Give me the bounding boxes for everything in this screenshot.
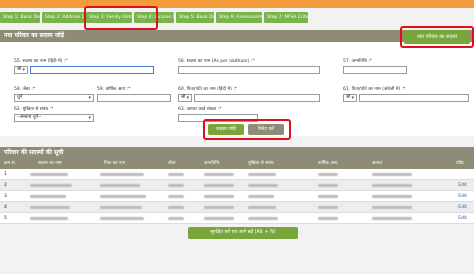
redacted-cell bbox=[318, 173, 338, 176]
father-name-hindi-label: 60. पिता/पति का नाम (हिंदी में) :* bbox=[178, 87, 238, 92]
col-gender: जेंडर bbox=[168, 161, 176, 166]
redacted-cell bbox=[100, 206, 142, 209]
redacted-cell bbox=[372, 184, 412, 187]
redacted-cell bbox=[100, 217, 144, 220]
redacted-cell bbox=[168, 195, 184, 198]
redacted-cell bbox=[248, 195, 274, 198]
redacted-cell bbox=[248, 206, 276, 209]
table-row: 1 bbox=[0, 169, 474, 180]
highlight-family-tab bbox=[84, 6, 158, 30]
redacted-cell bbox=[372, 195, 412, 198]
relation-select[interactable]: --सम्बन्ध चुनें-- bbox=[14, 114, 94, 122]
save-and-next-button[interactable]: सुरक्षित करें एवं आगे बढ़ें (Alt + N) bbox=[188, 227, 298, 239]
table-row: 5 Edit bbox=[0, 213, 474, 224]
redacted-cell bbox=[168, 184, 184, 187]
redacted-cell bbox=[100, 173, 144, 176]
col-dob: जन्मतिथि bbox=[204, 161, 220, 166]
father-name-english-input[interactable] bbox=[359, 94, 469, 102]
row-serial: 5 bbox=[4, 216, 7, 221]
member-list-title: परिवार की सदस्यों की सूची bbox=[4, 149, 64, 156]
edit-link[interactable]: Edit bbox=[458, 191, 467, 202]
member-name-hindi-label: 55. सदस्य का नाम (हिंदी में) :* bbox=[14, 59, 68, 64]
relation-label: 62. मुखिया से संबंध :* bbox=[14, 107, 54, 112]
father-title-english-select[interactable]: श्री bbox=[343, 94, 357, 102]
tab-basic-details[interactable]: Step 1: Basic Details bbox=[0, 12, 40, 23]
gender-select[interactable]: चुनें bbox=[14, 94, 94, 102]
redacted-cell bbox=[168, 217, 184, 220]
redacted-cell bbox=[248, 173, 276, 176]
member-name-aadhaar-label: 56. सदस्य का नाम (As per aadhaar) :* bbox=[178, 59, 255, 64]
row-serial: 4 bbox=[4, 205, 7, 210]
redacted-cell bbox=[372, 217, 412, 220]
row-serial: 3 bbox=[4, 194, 7, 199]
tab-bank-details[interactable]: Step 5: Bank Details bbox=[176, 12, 214, 23]
redacted-cell bbox=[100, 195, 146, 198]
aadhaar-label: 63. आधार कार्ड संख्या :* bbox=[178, 107, 222, 112]
member-name-hindi-input[interactable] bbox=[30, 66, 154, 74]
redacted-cell bbox=[100, 184, 140, 187]
redacted-cell bbox=[168, 173, 184, 176]
top-accent-bar bbox=[0, 0, 474, 8]
redacted-cell bbox=[30, 217, 68, 220]
father-title-select[interactable]: श्री bbox=[178, 94, 192, 102]
annual-income-label: 59. वार्षिक आय :* bbox=[97, 87, 131, 92]
table-row: 3 Edit bbox=[0, 191, 474, 202]
edit-link[interactable]: Edit bbox=[458, 180, 467, 191]
redacted-cell bbox=[318, 206, 338, 209]
father-name-english-label: 61. पिता/पति का नाम (अंग्रेजी में) :* bbox=[343, 87, 406, 92]
row-serial: 1 bbox=[4, 172, 7, 177]
form-title: नया परिवार का सदस्य जोड़ें bbox=[4, 32, 64, 39]
redacted-cell bbox=[372, 173, 412, 176]
redacted-cell bbox=[372, 206, 412, 209]
table-row: 2 Edit bbox=[0, 180, 474, 191]
member-list-header: परिवार की सदस्यों की सूची bbox=[0, 147, 474, 159]
redacted-cell bbox=[30, 195, 66, 198]
tab-address-details[interactable]: Step 2: Address Details bbox=[42, 12, 84, 23]
col-relation: मुखिया से संबंध bbox=[248, 161, 274, 166]
dob-label: 57. जन्मतिथि :* bbox=[343, 59, 373, 64]
redacted-cell bbox=[204, 184, 234, 187]
member-title-select[interactable]: श्री bbox=[14, 66, 28, 74]
redacted-cell bbox=[204, 206, 234, 209]
father-name-hindi-input[interactable] bbox=[194, 94, 320, 102]
annual-income-input[interactable] bbox=[97, 94, 171, 102]
redacted-cell bbox=[204, 173, 234, 176]
table-row: 4 Edit bbox=[0, 202, 474, 213]
col-edit: एडिट bbox=[456, 161, 465, 166]
tab-annexurement[interactable]: Step 6: Annexurement bbox=[216, 12, 262, 23]
edit-link[interactable]: Edit bbox=[458, 202, 467, 213]
redacted-cell bbox=[30, 206, 70, 209]
member-name-aadhaar-input[interactable] bbox=[178, 66, 320, 74]
highlight-submit-buttons bbox=[203, 119, 291, 140]
redacted-cell bbox=[248, 217, 278, 220]
redacted-cell bbox=[248, 184, 278, 187]
redacted-cell bbox=[30, 173, 68, 176]
edit-link[interactable]: Edit bbox=[458, 213, 467, 224]
col-father-name: पिता का नाम bbox=[104, 161, 126, 166]
highlight-add-button bbox=[400, 26, 474, 48]
tab-nfsa-criteria[interactable]: Step 7: NFSA Criteria bbox=[264, 12, 308, 23]
col-aadhaar: आधार bbox=[372, 161, 383, 166]
redacted-cell bbox=[30, 184, 72, 187]
row-serial: 2 bbox=[4, 183, 7, 188]
redacted-cell bbox=[318, 184, 338, 187]
gender-label: 58. जेंडर :* bbox=[14, 87, 36, 92]
redacted-cell bbox=[318, 195, 338, 198]
col-member-name: सदस्य का नाम bbox=[38, 161, 62, 166]
col-serial: क्रम स. bbox=[4, 161, 17, 166]
redacted-cell bbox=[168, 206, 184, 209]
col-income: वार्षिक आय bbox=[318, 161, 338, 166]
redacted-cell bbox=[204, 195, 234, 198]
member-table-head: क्रम स. सदस्य का नाम पिता का नाम जेंडर ज… bbox=[0, 159, 474, 169]
dob-input[interactable] bbox=[343, 66, 407, 74]
redacted-cell bbox=[318, 217, 338, 220]
redacted-cell bbox=[204, 217, 234, 220]
